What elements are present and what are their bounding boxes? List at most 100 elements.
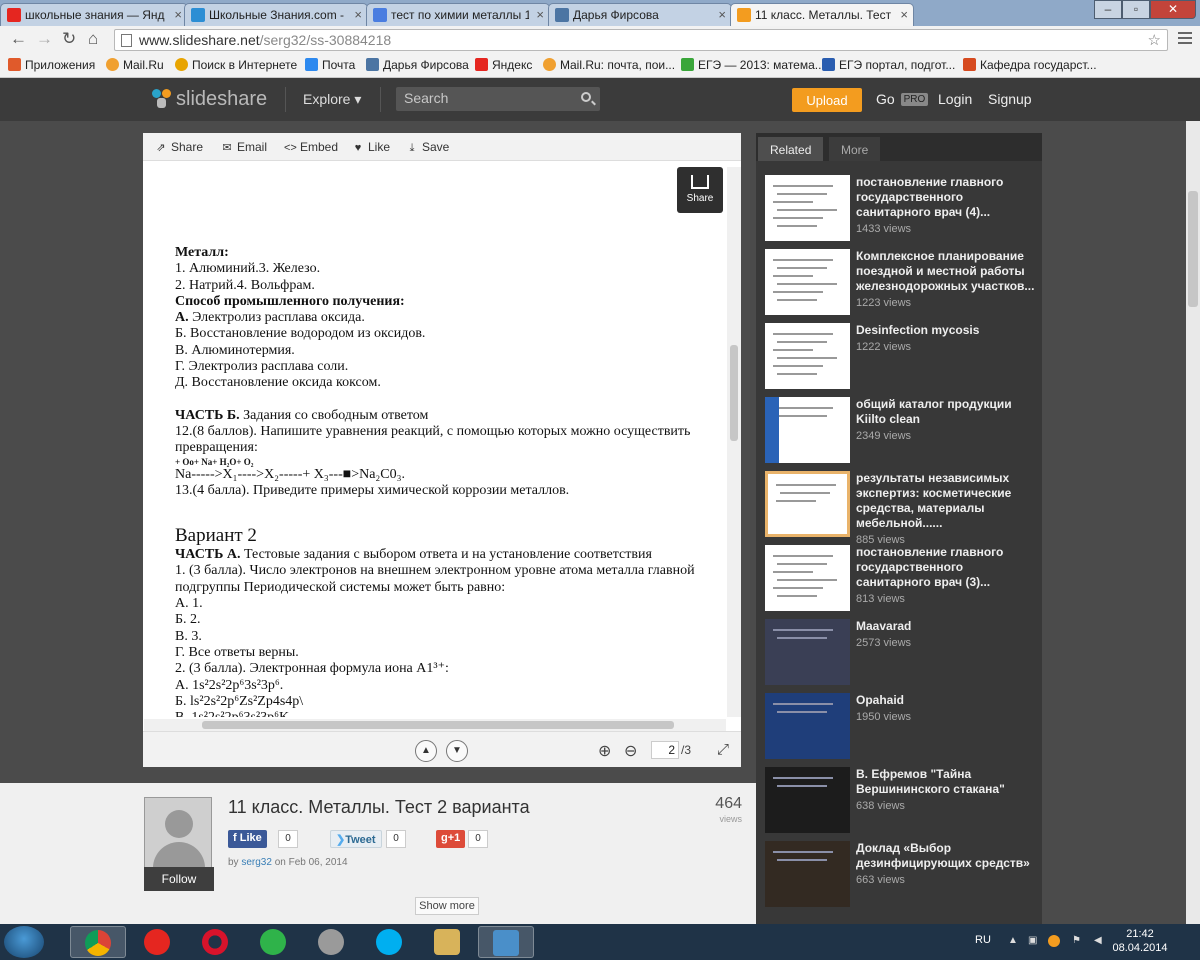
related-thumbnail[interactable] — [765, 619, 850, 685]
language-indicator[interactable]: RU — [975, 934, 991, 946]
zoom-in-icon[interactable]: ⊕ — [598, 741, 611, 761]
tweet-button[interactable]: ❯Tweet — [330, 830, 382, 848]
facebook-like-button[interactable]: f Like — [228, 830, 267, 848]
window-vertical-scrollbar[interactable] — [1186, 121, 1200, 925]
close-icon[interactable]: × — [354, 7, 362, 22]
taskbar-mail-agent[interactable] — [246, 926, 302, 958]
page-number-input[interactable]: 2 — [651, 741, 679, 759]
related-thumbnail[interactable] — [765, 323, 850, 389]
slideshare-logo[interactable]: slideshare — [152, 87, 267, 111]
browser-tab-3[interactable]: тест по химии металлы 1 × — [366, 3, 550, 26]
taskbar-skype[interactable] — [362, 926, 418, 958]
bookmark-mailru[interactable]: Mail.Ru — [106, 58, 164, 72]
related-item[interactable]: результаты независимых экспертиз: космет… — [765, 471, 1040, 546]
related-title[interactable]: В. Ефремов "Тайна Вершининского стакана" — [856, 767, 1036, 797]
taskbar-opera[interactable] — [188, 926, 244, 958]
email-action[interactable]: ✉ Email — [221, 140, 267, 154]
zoom-out-icon[interactable]: ⊖ — [624, 741, 637, 761]
related-thumbnail[interactable] — [765, 471, 850, 537]
show-more-button[interactable]: Show more — [415, 897, 479, 915]
related-title[interactable]: Доклад «Выбор дезинфицирующих средств» — [856, 841, 1036, 871]
tab-more[interactable]: More — [829, 137, 881, 161]
back-arrow-icon[interactable]: ← — [10, 30, 27, 48]
taskbar-chrome[interactable] — [70, 926, 126, 958]
fullscreen-icon[interactable]: ⤢ — [717, 741, 729, 758]
close-icon[interactable]: × — [174, 7, 182, 22]
tab-related[interactable]: Related — [758, 137, 824, 161]
related-item[interactable]: постановление главного государственного … — [765, 545, 1040, 611]
slide-horizontal-scrollbar[interactable] — [144, 719, 726, 731]
author-link[interactable]: serg32 — [241, 857, 272, 868]
related-item[interactable]: Opahaid 1950 views — [765, 693, 1040, 759]
related-thumbnail[interactable] — [765, 841, 850, 907]
maximize-button[interactable]: ▫ — [1122, 0, 1150, 19]
save-action[interactable]: ⤓ Save — [406, 140, 450, 155]
bookmark-ege-2013[interactable]: ЕГЭ — 2013: матема... — [681, 58, 825, 72]
close-icon[interactable]: × — [718, 7, 726, 22]
explore-menu[interactable]: Explore ▾ — [303, 91, 361, 108]
go-pro-link[interactable]: Go PRO — [876, 91, 929, 107]
related-item[interactable]: Комплексное планирование поездной и мест… — [765, 249, 1040, 315]
scrollbar-thumb[interactable] — [730, 345, 738, 441]
slide-vertical-scrollbar[interactable] — [727, 167, 741, 717]
signup-link[interactable]: Signup — [988, 91, 1032, 107]
forward-arrow-icon[interactable]: → — [36, 30, 53, 48]
bookmark-kafedra[interactable]: Кафедра государст... — [963, 58, 1097, 72]
related-title[interactable]: Maavarad — [856, 619, 1036, 634]
related-title[interactable]: Комплексное планирование поездной и мест… — [856, 249, 1036, 294]
browser-tab-2[interactable]: Школьные Знания.com - × — [184, 3, 368, 26]
follow-button[interactable]: Follow — [144, 867, 214, 891]
related-item[interactable]: Desinfection mycosis 1222 views — [765, 323, 1040, 389]
scrollbar-thumb[interactable] — [1188, 191, 1198, 307]
bookmark-apps[interactable]: Приложения — [8, 58, 95, 72]
chrome-menu-icon[interactable] — [1178, 32, 1192, 47]
browser-tab-5-active[interactable]: 11 класс. Металлы. Тест × — [730, 3, 914, 27]
related-item[interactable]: постановление главного государственного … — [765, 175, 1040, 241]
upload-button[interactable]: Upload — [792, 88, 862, 112]
taskbar-paint[interactable] — [420, 926, 476, 958]
reload-icon[interactable]: ↻ — [62, 30, 76, 48]
browser-tab-4[interactable]: Дарья Фирсова × — [548, 3, 732, 26]
bookmark-ege-portal[interactable]: ЕГЭ портал, подгот... — [822, 58, 955, 72]
flag-icon[interactable]: ⚑ — [1072, 935, 1084, 947]
related-thumbnail[interactable] — [765, 545, 850, 611]
related-thumbnail[interactable] — [765, 693, 850, 759]
home-icon[interactable]: ⌂ — [88, 30, 98, 48]
taskbar-yandex-browser[interactable] — [130, 926, 186, 958]
previous-slide-button[interactable]: ▲ — [415, 740, 437, 762]
related-title[interactable]: постановление главного государственного … — [856, 175, 1036, 220]
share-overlay-button[interactable]: Share — [677, 167, 723, 213]
scrollbar-thumb[interactable] — [202, 721, 674, 729]
bookmark-yandex[interactable]: Яндекс — [475, 58, 532, 72]
taskbar-image-viewer[interactable] — [478, 926, 534, 958]
minimize-button[interactable]: – — [1094, 0, 1122, 19]
related-thumbnail[interactable] — [765, 249, 850, 315]
bookmark-web-search[interactable]: Поиск в Интернете — [175, 58, 297, 72]
login-link[interactable]: Login — [938, 91, 972, 107]
close-icon[interactable]: × — [900, 7, 908, 22]
related-thumbnail[interactable] — [765, 397, 850, 463]
volume-icon[interactable]: ◀ — [1094, 935, 1106, 947]
related-thumbnail[interactable] — [765, 175, 850, 241]
search-icon[interactable] — [581, 92, 591, 102]
start-button[interactable] — [4, 926, 44, 958]
related-item[interactable]: общий каталог продукции Kiilto clean 2349… — [765, 397, 1040, 463]
address-bar[interactable]: www.slideshare.net/serg32/ss-30884218 ☆ — [114, 29, 1168, 51]
related-item[interactable]: В. Ефремов "Тайна Вершининского стакана"… — [765, 767, 1040, 833]
close-icon[interactable]: × — [536, 7, 544, 22]
embed-action[interactable]: <> Embed — [284, 140, 338, 154]
related-title[interactable]: результаты независимых экспертиз: космет… — [856, 471, 1036, 531]
like-action[interactable]: ♥ Like — [352, 140, 390, 154]
related-item[interactable]: Maavarad 2573 views — [765, 619, 1040, 685]
google-plus-button[interactable]: g+1 — [436, 830, 466, 848]
system-clock[interactable]: 21:42 08.04.2014 — [1112, 927, 1168, 955]
taskbar-app[interactable] — [304, 926, 360, 958]
browser-tab-1[interactable]: школьные знания — Янд × — [0, 3, 188, 26]
site-search-input[interactable]: Search — [396, 87, 600, 111]
related-thumbnail[interactable] — [765, 767, 850, 833]
next-slide-button[interactable]: ▼ — [446, 740, 468, 762]
related-title[interactable]: общий каталог продукции Kiilto clean — [856, 397, 1036, 427]
related-title[interactable]: Opahaid — [856, 693, 1036, 708]
tray-update-icon[interactable] — [1048, 935, 1060, 947]
chevron-up-icon[interactable]: ▲ — [1008, 935, 1020, 947]
